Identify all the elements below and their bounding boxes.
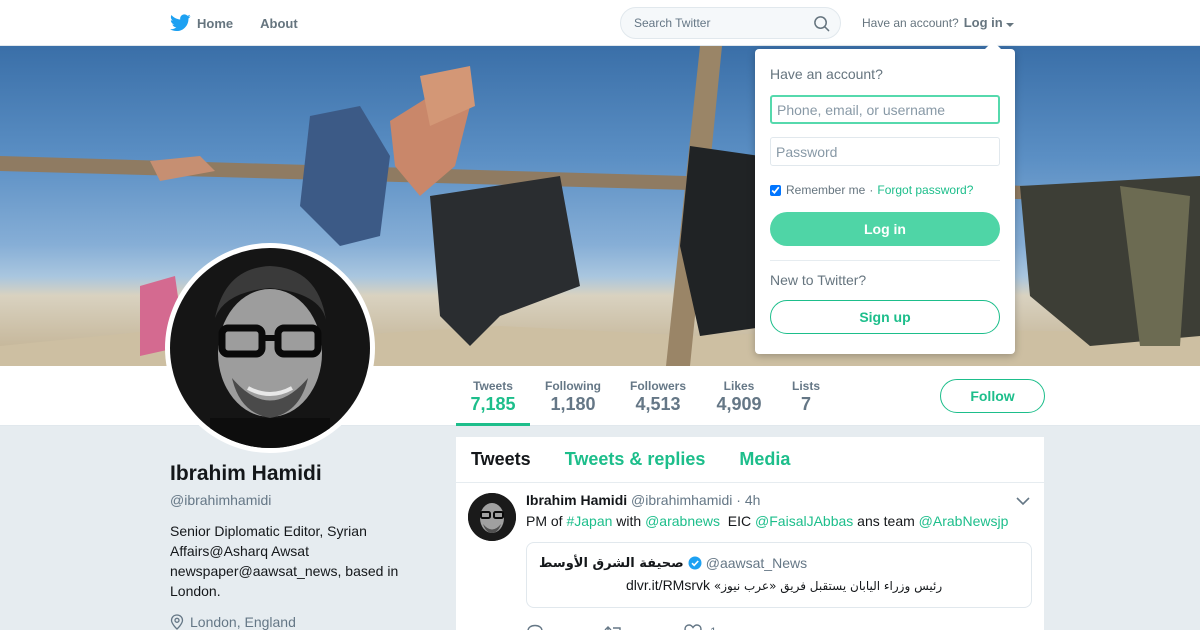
nav-about-label: About (260, 15, 298, 31)
tweet-text-part: EIC (720, 513, 756, 529)
timeline: Tweets Tweets & replies Media Ibrahim Ha… (456, 437, 1044, 630)
stat-lists[interactable]: Lists 7 (788, 366, 824, 426)
tweet-avatar[interactable] (468, 493, 516, 541)
quote-text: dlvr.it/RMsrvk رئيس وزراء اليابان يستقبل… (626, 577, 942, 593)
forgot-password-link[interactable]: Forgot password? (877, 183, 973, 197)
stat-likes[interactable]: Likes 4,909 (712, 366, 766, 426)
login-dropdown-toggle[interactable]: Log in (964, 15, 1014, 30)
like-icon[interactable] (684, 624, 702, 630)
location-pin-icon (170, 614, 184, 630)
remember-row: Remember me · Forgot password? (770, 183, 973, 197)
search-box (620, 7, 841, 39)
nav-home-label: Home (197, 15, 234, 31)
tweet-text-part: with (612, 513, 646, 529)
stat-label: Followers (629, 379, 686, 393)
stat-value: 7,185 (470, 394, 516, 414)
quote-link[interactable]: dlvr.it/RMsrvk (626, 577, 710, 593)
login-dropdown: Have an account? Remember me · Forgot pa… (755, 41, 1015, 354)
divider (770, 260, 1000, 261)
profile-avatar[interactable] (165, 243, 375, 453)
stat-value: 4,909 (716, 394, 762, 414)
retweet-icon[interactable] (604, 624, 624, 630)
account-menu: Have an account? Log in (862, 15, 1014, 30)
tweet-actions: 1 (526, 624, 717, 630)
stat-following[interactable]: Following 1,180 (540, 366, 606, 426)
tweet-text-part: ans team (853, 513, 919, 529)
username-field[interactable] (770, 95, 1000, 124)
stat-followers[interactable]: Followers 4,513 (626, 366, 690, 426)
timeline-tabs: Tweets Tweets & replies Media (456, 437, 1044, 483)
tweet-author-name[interactable]: Ibrahim Hamidi (526, 492, 627, 508)
quote-author-name: صحيفة الشرق الأوسط (539, 555, 684, 571)
tab-tweets-replies[interactable]: Tweets & replies (565, 449, 706, 470)
hashtag-link[interactable]: #Japan (566, 513, 612, 529)
follow-button[interactable]: Follow (940, 379, 1045, 413)
remember-me-label[interactable]: Remember me (786, 183, 865, 197)
caret-down-icon (1005, 23, 1014, 27)
nav-left: Home About (170, 0, 325, 46)
nav-home[interactable]: Home (170, 14, 233, 32)
quote-header: صحيفة الشرق الأوسط @aawsat_News (539, 555, 807, 571)
login-button[interactable]: Log in (770, 212, 1000, 246)
twitter-bird-icon (170, 14, 191, 32)
stat-label: Likes (723, 379, 755, 393)
password-field[interactable] (770, 137, 1000, 166)
login-link-label: Log in (963, 15, 1003, 30)
reply-icon[interactable] (526, 624, 544, 630)
profile-info: Ibrahim Hamidi @ibrahimhamidi Senior Dip… (170, 462, 440, 630)
tweet-avatar-photo (468, 493, 516, 541)
stat-tweets[interactable]: Tweets 7,185 (456, 366, 530, 426)
avatar-photo (170, 248, 370, 448)
profile-handle[interactable]: @ibrahimhamidi (170, 492, 440, 508)
mention-link[interactable]: @FaisalJAbbas (755, 513, 853, 529)
quote-author-handle: @aawsat_News (705, 555, 808, 571)
verified-badge-icon (688, 556, 702, 570)
separator-dot: · (869, 183, 874, 197)
nav-about[interactable]: About (260, 16, 298, 31)
stat-label: Following (545, 379, 601, 393)
like-count: 1 (710, 625, 717, 630)
quoted-tweet[interactable]: صحيفة الشرق الأوسط @aawsat_News dlvr.it/… (526, 542, 1032, 608)
search-input[interactable] (634, 16, 804, 30)
account-prompt: Have an account? (862, 15, 959, 30)
stat-label: Lists (791, 379, 820, 393)
profile-name[interactable]: Ibrahim Hamidi (170, 462, 440, 486)
stat-value: 1,180 (550, 394, 596, 414)
tab-media[interactable]: Media (739, 449, 790, 470)
remember-me-checkbox[interactable] (770, 184, 781, 196)
tweet-text: PM of #Japan with @arabnews EIC @FaisalJ… (526, 513, 1008, 529)
location-text: London, England (190, 614, 296, 630)
mention-link[interactable]: @arabnews (645, 513, 720, 529)
signup-button[interactable]: Sign up (770, 300, 1000, 334)
tweet-text-part: PM of (526, 513, 567, 529)
tweet-time[interactable]: · 4h (736, 492, 760, 508)
top-navigation-bar: Home About Have an account? Log in (0, 0, 1200, 46)
tweet[interactable]: Ibrahim Hamidi @ibrahimhamidi · 4h PM of… (456, 483, 1044, 630)
stat-label: Tweets (473, 379, 513, 393)
mention-link[interactable]: @ArabNewsjp (919, 513, 1009, 529)
stat-value: 4,513 (635, 394, 681, 414)
tweet-header: Ibrahim Hamidi @ibrahimhamidi · 4h (526, 492, 760, 508)
profile-location: London, England (170, 614, 440, 630)
tweet-author-handle[interactable]: @ibrahimhamidi (631, 492, 732, 508)
login-title: Have an account? (770, 66, 883, 82)
new-to-twitter-prompt: New to Twitter? (770, 272, 867, 288)
quote-headline: رئيس وزراء اليابان يستقبل فريق «عرب نيوز… (713, 579, 943, 593)
tab-tweets[interactable]: Tweets (471, 449, 531, 470)
stat-value: 7 (800, 394, 811, 414)
search-icon[interactable] (813, 15, 830, 32)
profile-bio: Senior Diplomatic Editor, Syrian Affairs… (170, 523, 399, 599)
chevron-down-icon[interactable] (1016, 497, 1030, 506)
